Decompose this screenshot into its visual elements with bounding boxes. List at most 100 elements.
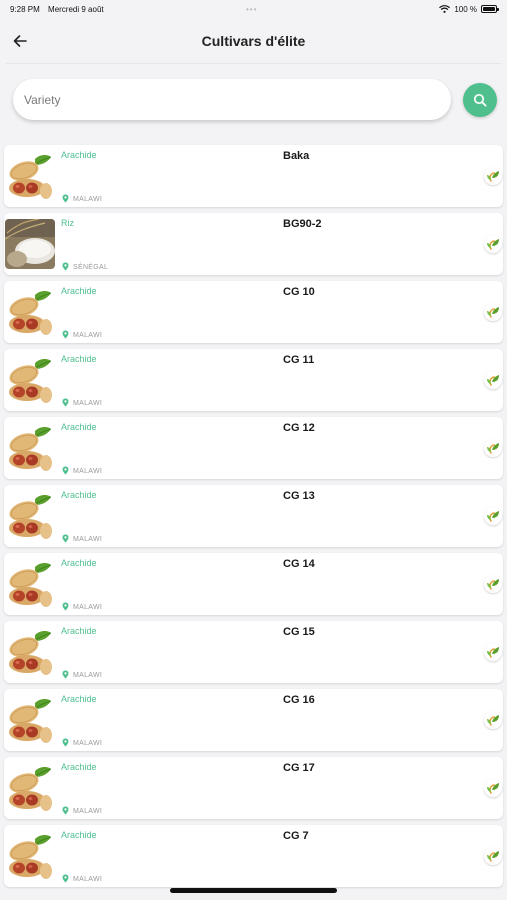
search-input[interactable] [24, 92, 451, 107]
leaf-badge-icon [484, 779, 502, 797]
status-left: 9:28 PM Mercredi 9 août [10, 5, 110, 14]
leaf-badge-icon [484, 371, 502, 389]
location-pin-icon [62, 326, 69, 344]
leaf-badge-icon [484, 439, 502, 457]
leaf-badge-icon [484, 847, 502, 865]
location-name: MALAWI [73, 535, 103, 543]
arrow-left-icon [13, 35, 27, 47]
variety-name: CG 11 [283, 354, 315, 366]
search-row [0, 79, 507, 120]
location-name: MALAWI [73, 603, 103, 611]
list-item[interactable]: Riz SÉNÉGAL BG90-2 [4, 213, 503, 275]
variety-name: CG 15 [283, 626, 315, 638]
list-item[interactable]: Arachide MALAWI CG 13 [4, 485, 503, 547]
crop-name: Arachide [61, 354, 97, 364]
location-name: MALAWI [73, 875, 103, 883]
location-pin-icon [62, 190, 69, 208]
leaf-badge-icon [484, 303, 502, 321]
crop-name: Arachide [61, 422, 97, 432]
variety-name: Baka [283, 150, 310, 162]
list-item[interactable]: Arachide MALAWI CG 7 [4, 825, 503, 887]
location: MALAWI [62, 870, 102, 888]
location-pin-icon [62, 462, 69, 480]
page-title: Cultivars d'élite [201, 32, 306, 49]
location-pin-icon [62, 530, 69, 548]
leaf-badge-icon [484, 167, 502, 185]
peanut-image [5, 287, 55, 337]
peanut-image [5, 423, 55, 473]
list-item[interactable]: Arachide MALAWI CG 11 [4, 349, 503, 411]
location: SÉNÉGAL [62, 258, 108, 276]
location: MALAWI [62, 802, 102, 820]
variety-name: CG 14 [283, 558, 315, 570]
peanut-image [5, 627, 55, 677]
battery-icon [481, 5, 499, 13]
back-button[interactable] [10, 31, 30, 51]
multitasking-dots-icon: ••• [246, 5, 258, 14]
location-name: MALAWI [73, 467, 103, 475]
screen: 9:28 PM Mercredi 9 août ••• 100 % Cultiv… [0, 0, 507, 900]
variety-name: CG 17 [283, 762, 315, 774]
crop-name: Riz [61, 218, 74, 228]
location-pin-icon [62, 734, 69, 752]
location-pin-icon [62, 870, 69, 888]
list-item[interactable]: Arachide MALAWI CG 12 [4, 417, 503, 479]
home-indicator[interactable] [170, 888, 337, 893]
status-time: 9:28 PM [10, 4, 40, 14]
search-icon [473, 93, 487, 106]
leaf-badge-icon [484, 575, 502, 593]
location: MALAWI [62, 462, 102, 480]
location-name: MALAWI [73, 399, 103, 407]
list-item[interactable]: Arachide MALAWI CG 15 [4, 621, 503, 683]
location-name: MALAWI [73, 739, 103, 747]
header: Cultivars d'élite [6, 18, 501, 64]
variety-name: CG 7 [283, 830, 309, 842]
list-item[interactable]: Arachide MALAWI CG 16 [4, 689, 503, 751]
location: MALAWI [62, 326, 102, 344]
location: MALAWI [62, 394, 102, 412]
list-item[interactable]: Arachide MALAWI CG 17 [4, 757, 503, 819]
location-pin-icon [62, 394, 69, 412]
battery-text: 100 % [454, 4, 477, 14]
peanut-image [5, 831, 55, 881]
wifi-icon [439, 5, 451, 13]
crop-name: Arachide [61, 490, 97, 500]
leaf-badge-icon [484, 711, 502, 729]
leaf-badge-icon [484, 643, 502, 661]
search-field[interactable] [13, 79, 451, 120]
variety-name: CG 10 [283, 286, 315, 298]
location: MALAWI [62, 598, 102, 616]
peanut-image [5, 559, 55, 609]
location: MALAWI [62, 666, 102, 684]
peanut-image [5, 355, 55, 405]
search-button[interactable] [463, 82, 497, 117]
leaf-badge-icon [484, 507, 502, 525]
leaf-badge-icon [484, 235, 502, 253]
variety-name: CG 13 [283, 490, 315, 502]
crop-name: Arachide [61, 558, 97, 568]
crop-name: Arachide [61, 830, 97, 840]
location: MALAWI [62, 190, 102, 208]
peanut-image [5, 491, 55, 541]
variety-name: CG 12 [283, 422, 315, 434]
crop-name: Arachide [61, 150, 97, 160]
status-bar: 9:28 PM Mercredi 9 août ••• 100 % [0, 0, 507, 18]
peanut-image [5, 151, 55, 201]
list-item[interactable]: Arachide MALAWI CG 14 [4, 553, 503, 615]
status-date: Mercredi 9 août [48, 4, 104, 14]
rice-image [5, 219, 55, 269]
location-name: MALAWI [73, 331, 103, 339]
location-pin-icon [62, 258, 69, 276]
crop-name: Arachide [61, 286, 97, 296]
variety-name: CG 16 [283, 694, 315, 706]
peanut-image [5, 695, 55, 745]
list-item[interactable]: Arachide MALAWI CG 10 [4, 281, 503, 343]
variety-name: BG90-2 [283, 218, 322, 230]
location-name: SÉNÉGAL [73, 263, 109, 271]
battery-level [483, 7, 495, 11]
crop-name: Arachide [61, 626, 97, 636]
location-pin-icon [62, 802, 69, 820]
status-right: 100 % [439, 4, 499, 14]
list-item[interactable]: Arachide MALAWI Baka [4, 145, 503, 207]
location-pin-icon [62, 666, 69, 684]
